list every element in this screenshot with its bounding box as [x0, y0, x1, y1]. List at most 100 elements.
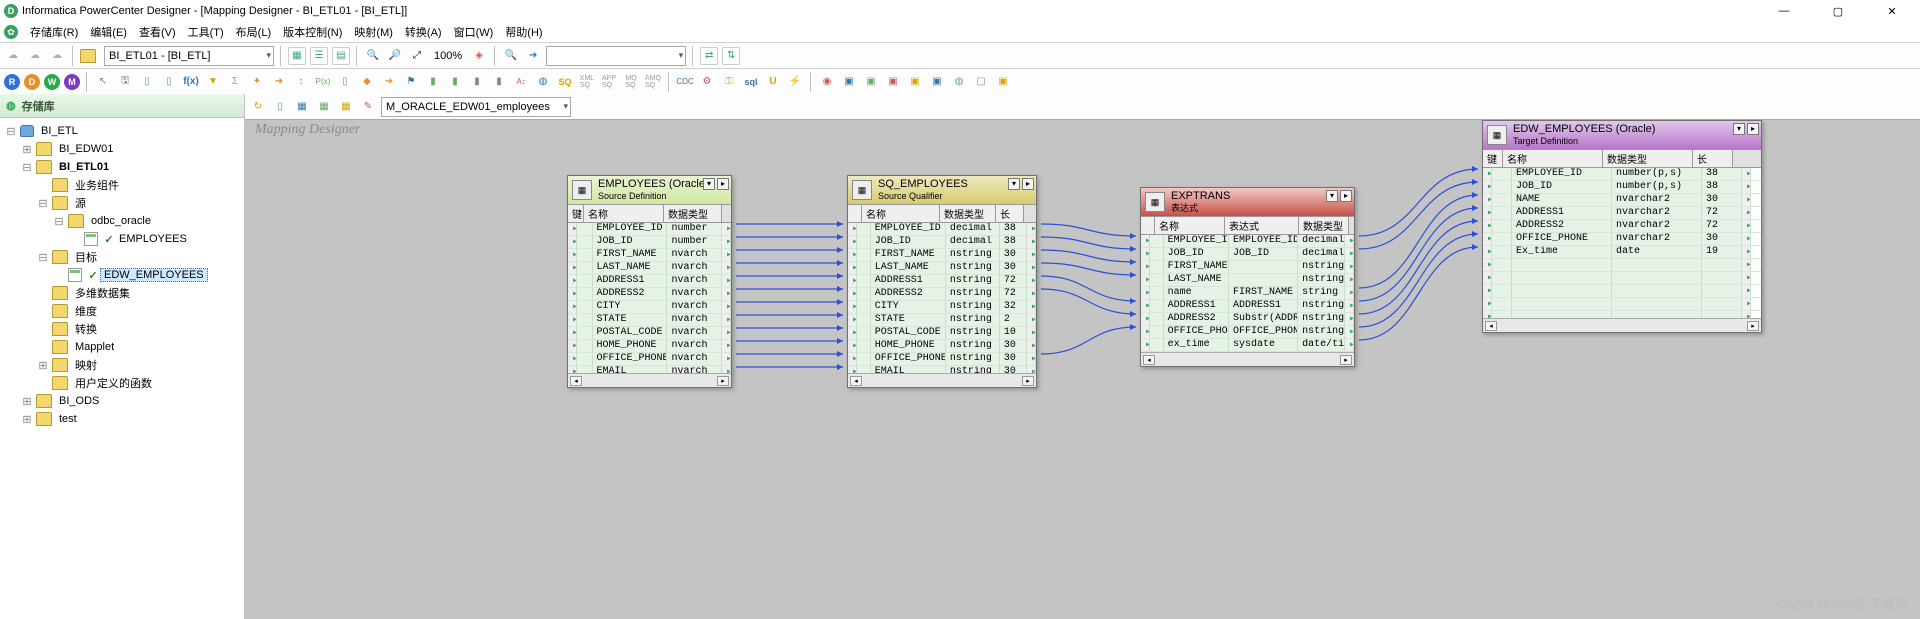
tree-node[interactable]: ⊟源 — [2, 194, 242, 212]
layout-h-icon[interactable]: ⇄ — [700, 47, 718, 65]
tree-node[interactable]: ·Mapplet — [2, 338, 242, 356]
port-row[interactable]: ▸ADDRESS1ADDRESS1nstring▸ — [1141, 300, 1354, 313]
sq-icon[interactable]: SQ — [556, 73, 574, 91]
doc-icon[interactable]: ▯ — [138, 73, 156, 91]
tool3-icon[interactable]: ▣ — [862, 73, 880, 91]
view-grid-icon[interactable]: ▦ — [288, 47, 306, 65]
gear-icon[interactable]: ⚙ — [698, 73, 716, 91]
port-row[interactable]: ▸▸ — [1483, 311, 1761, 318]
transform-tgt[interactable]: ▦EDW_EMPLOYEES (Oracle)Target Definition… — [1482, 120, 1762, 333]
view-list-icon[interactable]: ☰ — [310, 47, 328, 65]
sql-icon[interactable]: sql — [742, 73, 760, 91]
port-row[interactable]: ▸JOB_IDdecimal38▸ — [848, 236, 1036, 249]
designer-switch-D[interactable]: D — [24, 74, 40, 90]
menu-item[interactable]: 帮助(H) — [499, 22, 548, 42]
goto-icon[interactable]: ➜ — [524, 47, 542, 65]
port-row[interactable]: ▸ADDRESS2nvarchar272▸ — [1483, 220, 1761, 233]
port-row[interactable]: ▸CITYnvarch▸ — [568, 301, 731, 314]
breadcrumb-dropdown[interactable]: BI_ETL01 - [BI_ETL] — [104, 46, 274, 66]
tree-node[interactable]: ·转换 — [2, 320, 242, 338]
menu-item[interactable]: 存储库(R) — [24, 22, 84, 42]
scroll-right-icon[interactable]: ▸ — [1340, 355, 1352, 365]
minimize-button[interactable]: — — [1766, 1, 1802, 21]
port-row[interactable]: ▸LAST_NAMEnstring▸ — [1141, 274, 1354, 287]
diamond-icon[interactable]: ◆ — [358, 73, 376, 91]
port-row[interactable]: ▸HOME_PHONEnvarch▸ — [568, 340, 731, 353]
tree-node[interactable]: ⊟odbc_oracle — [2, 212, 242, 230]
tree-node[interactable]: ·维度 — [2, 302, 242, 320]
fx-icon[interactable]: f(x) — [182, 73, 200, 91]
save-icon[interactable]: 🖫 — [116, 73, 134, 91]
target-icon[interactable]: ◈ — [470, 47, 488, 65]
transform-min-icon[interactable]: ▾ — [1008, 178, 1020, 190]
transform-min-icon[interactable]: ▾ — [1733, 123, 1745, 135]
port-row[interactable]: ▸JOB_IDJOB_IDdecimal▸ — [1141, 248, 1354, 261]
maximize-button[interactable]: ▢ — [1820, 1, 1856, 21]
tx1-icon[interactable]: ✦ — [248, 73, 266, 91]
port-row[interactable]: ▸EMPLOYEE_IDdecimal38▸ — [848, 223, 1036, 236]
menu-item[interactable]: 映射(M) — [348, 22, 399, 42]
port-row[interactable]: ▸ADDRESS1nstring72▸ — [848, 275, 1036, 288]
tool1-icon[interactable]: ◉ — [818, 73, 836, 91]
port-row[interactable]: ▸POSTAL_CODEnstring10▸ — [848, 327, 1036, 340]
cdc-icon[interactable]: CDC — [676, 73, 694, 91]
tool5-icon[interactable]: ▣ — [906, 73, 924, 91]
port-row[interactable]: ▸nameFIRST_NAME ...string▸ — [1141, 287, 1354, 300]
u-icon[interactable]: U — [764, 73, 782, 91]
scroll-right-icon[interactable]: ▸ — [717, 376, 729, 386]
tool4-icon[interactable]: ▣ — [884, 73, 902, 91]
port-row[interactable]: ▸HOME_PHONEnstring30▸ — [848, 340, 1036, 353]
cloud-icon-3[interactable]: ☁ — [48, 47, 66, 65]
menu-item[interactable]: 工具(T) — [182, 22, 230, 42]
port-row[interactable]: ▸▸ — [1483, 272, 1761, 285]
app-sq-icon[interactable]: APPSQ — [600, 73, 618, 91]
tx2-icon[interactable]: ➜ — [270, 73, 288, 91]
zoom-fit-icon[interactable]: ⤢ — [408, 47, 426, 65]
grid1-icon[interactable]: ▦ — [293, 98, 311, 116]
transform-opts-icon[interactable]: ▸ — [717, 178, 729, 190]
tree-node[interactable]: ⊟BI_ETL01 — [2, 158, 242, 176]
flag-icon[interactable]: ⚑ — [402, 73, 420, 91]
port-row[interactable]: ▸FIRST_NAMEnvarch▸ — [568, 249, 731, 262]
menu-item[interactable]: 转换(A) — [399, 22, 448, 42]
designer-switch-W[interactable]: W — [44, 74, 60, 90]
zoom-out-icon[interactable]: 🔎 — [386, 47, 404, 65]
find-dropdown[interactable] — [546, 46, 686, 66]
transform-src[interactable]: ▦EMPLOYEES (Oracle)Source Definition▾▸键名… — [567, 175, 732, 388]
layout-v-icon[interactable]: ⇅ — [722, 47, 740, 65]
scroll-left-icon[interactable]: ◂ — [1485, 321, 1497, 331]
sort-icon[interactable]: A↕ — [512, 73, 530, 91]
bar3-icon[interactable]: ▮ — [468, 73, 486, 91]
port-row[interactable]: ▸ADDRESS2Substr(ADDR...nstring▸ — [1141, 313, 1354, 326]
tree-node[interactable]: ⊟目标 — [2, 248, 242, 266]
tree-node[interactable]: ·✓EMPLOYEES — [2, 230, 242, 248]
port-row[interactable]: ▸Ex_timedate19▸ — [1483, 246, 1761, 259]
tool8-icon[interactable]: ▢ — [972, 73, 990, 91]
port-row[interactable]: ▸EMAILnstring30▸ — [848, 366, 1036, 373]
port-row[interactable]: ▸OFFICE_PHONEnstring30▸ — [848, 353, 1036, 366]
scroll-left-icon[interactable]: ◂ — [570, 376, 582, 386]
amq-sq-icon[interactable]: AMQSQ — [644, 73, 662, 91]
cloud-icon-2[interactable]: ☁ — [26, 47, 44, 65]
designer-switch-M[interactable]: M — [64, 74, 80, 90]
designer-switch-R[interactable]: R — [4, 74, 20, 90]
scroll-left-icon[interactable]: ◂ — [1143, 355, 1155, 365]
repository-tree[interactable]: ⊟BI_ETL⊞BI_EDW01⊟BI_ETL01·业务组件⊟源⊟odbc_or… — [0, 118, 244, 619]
port-row[interactable]: ▸CITYnstring32▸ — [848, 301, 1036, 314]
port-row[interactable]: ▸JOB_IDnumber(p,s)38▸ — [1483, 181, 1761, 194]
arrow2-icon[interactable]: ➜ — [380, 73, 398, 91]
transform-exp[interactable]: ▦EXPTRANS表达式▾▸名称表达式数据类型▸EMPLOYEE_IDEMPLO… — [1140, 187, 1355, 367]
menu-item[interactable]: 版本控制(N) — [277, 22, 348, 42]
scroll-right-icon[interactable]: ▸ — [1747, 321, 1759, 331]
zoom-in-icon[interactable]: 🔍 — [364, 47, 382, 65]
tx3-icon[interactable]: ↕ — [292, 73, 310, 91]
port-row[interactable]: ▸FIRST_NAMEnstring▸ — [1141, 261, 1354, 274]
port-row[interactable]: ▸NAMEnvarchar230▸ — [1483, 194, 1761, 207]
port-row[interactable]: ▸ADDRESS1nvarch▸ — [568, 275, 731, 288]
port-row[interactable]: ▸FIRST_NAMEnstring30▸ — [848, 249, 1036, 262]
port-row[interactable]: ▸▸ — [1483, 259, 1761, 272]
tool7-icon[interactable]: ◍ — [950, 73, 968, 91]
port-row[interactable]: ▸EMPLOYEE_IDEMPLOYEE_IDdecimal▸ — [1141, 235, 1354, 248]
tree-node[interactable]: ·多维数据集 — [2, 284, 242, 302]
port-row[interactable]: ▸OFFICE_PHONEnvarchar230▸ — [1483, 233, 1761, 246]
